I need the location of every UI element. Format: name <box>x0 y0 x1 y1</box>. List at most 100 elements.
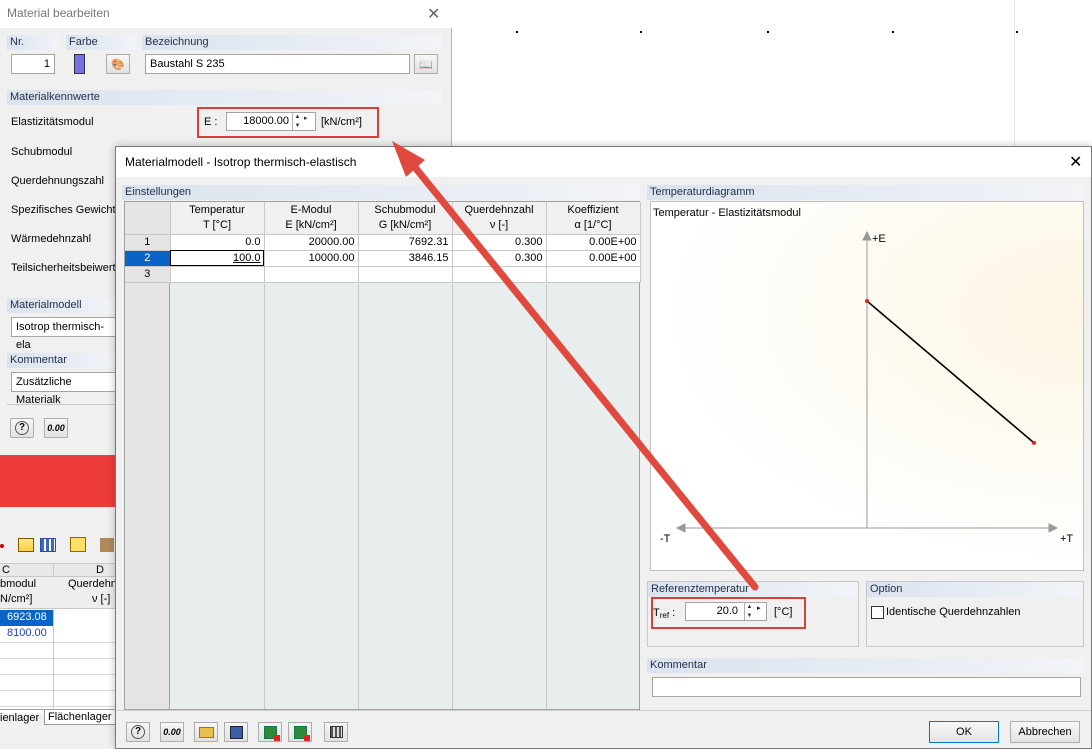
palette-icon[interactable]: 🎨 <box>106 54 130 74</box>
material-edit-titlebar: Material bearbeiten ✕ <box>0 0 452 28</box>
col-line <box>264 284 265 709</box>
cell-querdehnzahl[interactable]: 0.300 <box>452 234 547 251</box>
row-line <box>0 658 116 659</box>
row-number[interactable]: 2 <box>125 250 171 267</box>
help-icon[interactable]: ? <box>126 722 150 742</box>
cell-schubmodul[interactable] <box>358 266 453 283</box>
row-number[interactable]: 1 <box>125 234 171 251</box>
prop-label: Elastizitätsmodul <box>11 116 94 128</box>
close-icon[interactable]: ✕ <box>1069 152 1082 172</box>
corner-cell <box>125 202 171 235</box>
export-excel-icon[interactable] <box>258 722 282 742</box>
einstellungen-table: Temperatur T [°C] E-Modul E [kN/cm²] Schub… <box>124 201 641 710</box>
col-header-koeffizient: Koeffizient α [1/°C] <box>546 202 641 235</box>
toolbar-dot-icon[interactable] <box>0 544 4 548</box>
referenztemperatur-header: Referenztemperatur <box>648 582 858 597</box>
cell-temperatur[interactable]: 0.0 <box>170 234 265 251</box>
library-book-icon[interactable]: 📖 <box>414 54 438 74</box>
prop-label: Querdehnungszahl <box>11 175 104 187</box>
cell-schubmodul[interactable]: 3846.15 <box>358 250 453 267</box>
option-checkbox-label[interactable]: Identische Querdehnzahlen <box>886 606 1021 618</box>
col-header-querdehnzahl: Querdehnzahl ν [-] <box>452 202 547 235</box>
zero-values-icon[interactable]: 0.00 <box>160 722 184 742</box>
bezeichnung-header: Bezeichnung <box>142 35 442 50</box>
cell-e-modul[interactable]: 20000.00 <box>264 234 359 251</box>
row-line <box>0 706 116 707</box>
canvas-dot <box>1016 31 1018 33</box>
canvas-divider <box>1014 0 1015 146</box>
separator <box>7 404 117 405</box>
grid-icon[interactable] <box>40 538 56 552</box>
cell-schubmodul[interactable]: 7692.31 <box>358 234 453 251</box>
help-icon[interactable]: ? <box>10 418 34 438</box>
import-excel-icon[interactable] <box>288 722 312 742</box>
tab-flaechenlager[interactable]: Flächenlager <box>44 710 116 725</box>
tab-linienlager[interactable]: ienlager <box>0 712 39 724</box>
dialog-title: Material bearbeiten <box>7 6 110 20</box>
row-line <box>0 674 116 675</box>
col-d-letter: D <box>96 564 104 576</box>
materialmodell-dialog: Materialmodell - Isotrop thermisch-elast… <box>115 146 1092 749</box>
col-header-e-modul: E-Modul E [kN/cm²] <box>264 202 359 235</box>
canvas-dot <box>767 31 769 33</box>
t-axis-neg-arrow <box>675 523 686 533</box>
nr-field[interactable]: 1 <box>11 54 55 74</box>
background-table-panel: C D bmodul N/cm²] Querdehn ν [-] 6923.08… <box>0 507 117 749</box>
row-number[interactable]: 3 <box>125 266 171 283</box>
dialog-title: Materialmodell - Isotrop thermisch-elast… <box>125 155 357 169</box>
open-folder-icon[interactable] <box>194 722 218 742</box>
bezeichnung-field[interactable]: Baustahl S 235 <box>145 54 410 74</box>
option-header: Option <box>867 582 1083 597</box>
background-red-area <box>0 455 116 507</box>
ok-button[interactable]: OK <box>929 721 999 743</box>
col-c-unit: N/cm²] <box>0 593 33 605</box>
cell-e-modul[interactable]: 10000.00 <box>264 250 359 267</box>
cell-querdehnzahl[interactable]: 0.300 <box>452 250 547 267</box>
highlight-box <box>651 597 806 629</box>
table-icon[interactable] <box>18 538 34 552</box>
table-row-selected[interactable]: 2 100.0 10000.00 3846.15 0.300 0.00E+00 <box>125 250 641 267</box>
color-swatch[interactable] <box>74 54 85 74</box>
axis-pos-e-label: +E <box>872 233 886 245</box>
table-cell[interactable]: 8100.00 <box>7 627 47 639</box>
kommentar-field[interactable] <box>652 677 1081 697</box>
zero-values-icon[interactable]: 0.00 <box>44 418 68 438</box>
highlight-box <box>197 107 379 138</box>
canvas-dot <box>892 31 894 33</box>
kommentar-header: Kommentar <box>7 353 117 368</box>
e-axis-arrow <box>862 230 872 241</box>
cell-e-modul[interactable] <box>264 266 359 283</box>
edit-icon[interactable] <box>70 537 86 552</box>
cell-koeffizient[interactable]: 0.00E+00 <box>546 250 641 267</box>
stamp-icon[interactable] <box>100 538 114 552</box>
t-axis-pos-arrow <box>1048 523 1059 533</box>
col-header-schubmodul: Schubmodul G [kN/cm²] <box>358 202 453 235</box>
materialmodell-field[interactable]: Isotrop thermisch-ela <box>11 317 121 351</box>
cell-koeffizient[interactable]: 0.00E+00 <box>546 234 641 251</box>
col-line <box>358 284 359 709</box>
table-cell[interactable]: 6923.08 <box>7 611 47 623</box>
save-icon[interactable] <box>224 722 248 742</box>
cell-temperatur[interactable] <box>170 266 265 283</box>
kommentar-field[interactable]: Zusätzliche Materialk <box>11 372 121 406</box>
prop-label: Teilsicherheitsbeiwert <box>11 262 116 274</box>
series-line <box>866 300 1035 444</box>
cell-querdehnzahl[interactable] <box>452 266 547 283</box>
option-checkbox[interactable] <box>871 606 884 619</box>
col-d-header: Querdehn <box>68 578 117 590</box>
cell-koeffizient[interactable] <box>546 266 641 283</box>
close-icon[interactable]: ✕ <box>427 4 440 24</box>
prop-label: Spezifisches Gewicht <box>11 204 116 216</box>
materialmodell-titlebar: Materialmodell - Isotrop thermisch-elast… <box>116 147 1091 177</box>
calculator-icon[interactable] <box>324 722 348 742</box>
bottom-separator <box>116 710 1091 711</box>
table-row[interactable]: 3 <box>125 266 641 283</box>
data-point <box>1032 440 1036 445</box>
table-row[interactable]: 1 0.0 20000.00 7692.31 0.300 0.00E+00 <box>125 234 641 251</box>
data-point <box>865 299 869 303</box>
cancel-button[interactable]: Abbrechen <box>1010 721 1080 743</box>
col-c-letter: C <box>2 564 10 576</box>
background-table: C D bmodul N/cm²] Querdehn ν [-] 6923.08… <box>0 563 117 714</box>
row-line <box>0 690 116 691</box>
cell-temperatur-editing[interactable]: 100.0 <box>170 250 265 267</box>
